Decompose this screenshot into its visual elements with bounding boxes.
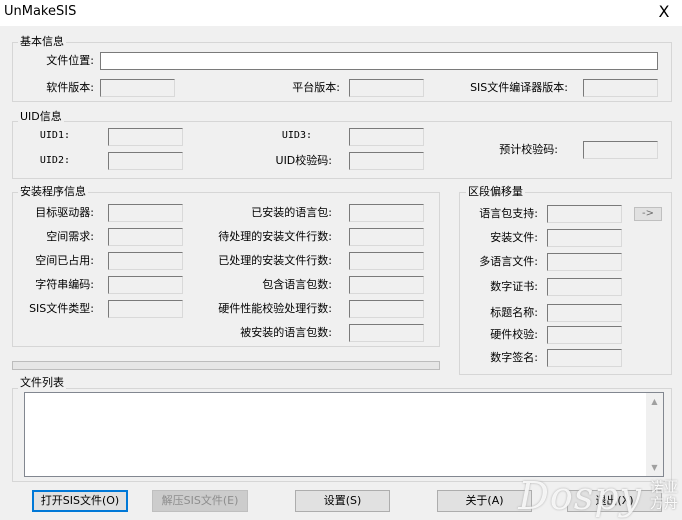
cert-label: 数字证书: [490,280,538,293]
install-file-field [547,229,622,247]
software-version-field [100,79,175,97]
compiler-version-field [583,79,658,97]
lang-support-field [547,205,622,223]
uid-check-label: UID校验码: [275,154,332,167]
platform-version-field [349,79,424,97]
uid2-field [108,152,183,170]
title-name-label: 标题名称: [490,306,538,319]
precheck-label: 预计校验码: [499,143,558,156]
processed-lines-field [349,252,424,270]
sis-file-type-label: SIS文件类型: [29,302,94,315]
space-used-label: 空间已占用: [35,254,94,267]
basic-info-title: 基本信息 [18,35,66,48]
included-lang-field [349,276,424,294]
title-bar: UnMakeSIS X [0,0,682,26]
window-title: UnMakeSIS [4,4,77,19]
platform-version-label: 平台版本: [292,81,340,94]
space-used-field [108,252,183,270]
uid3-field [349,128,424,146]
main-dialog: 基本信息 文件位置: 软件版本: 平台版本: SIS文件编译器版本: UID信息… [0,26,682,520]
file-location-field[interactable] [100,52,658,70]
sis-file-type-field [108,300,183,318]
software-version-label: 软件版本: [46,81,94,94]
signature-field [547,349,622,367]
installed-lang-label: 已安装的语言包: [251,206,332,219]
signature-label: 数字签名: [490,351,538,364]
install-file-label: 安装文件: [490,231,538,244]
included-lang-label: 包含语言包数: [262,278,332,291]
uid-info-title: UID信息 [18,110,64,123]
close-icon[interactable]: X [652,0,676,24]
open-sis-button[interactable]: 打开SIS文件(O) [32,490,128,512]
string-encoding-field [108,276,183,294]
uid1-label: UID1: [39,130,70,141]
file-list-title: 文件列表 [18,376,66,389]
scroll-up-icon[interactable]: ▲ [646,393,663,410]
installed-lang-field [349,204,424,222]
uid2-label: UID2: [39,155,70,166]
installed-lang-count-label: 被安装的语言包数: [240,326,332,339]
uid-check-field [349,152,424,170]
space-required-label: 空间需求: [46,230,94,243]
space-required-field [108,228,183,246]
title-name-field [547,304,622,322]
processed-lines-label: 已处理的安装文件行数: [218,254,332,267]
multilang-file-label: 多语言文件: [479,255,538,268]
hw-check-field [547,326,622,344]
precheck-field [583,141,658,159]
cert-field [547,278,622,296]
noah-watermark: 诺亚方舟 [650,480,678,512]
compiler-version-label: SIS文件编译器版本: [470,81,568,94]
multilang-file-field [547,253,622,271]
file-list-scrollbar[interactable]: ▲ ▼ [646,393,663,476]
file-list-box[interactable]: ▲ ▼ [24,392,664,477]
install-info-title: 安装程序信息 [18,185,88,198]
installed-lang-count-field [349,324,424,342]
lang-support-label: 语言包支持: [479,207,538,220]
pending-lines-field [349,228,424,246]
hw-check-lines-field [349,300,424,318]
offset-title: 区段偏移量 [466,185,525,198]
file-location-label: 文件位置: [46,54,94,67]
progress-bar [12,361,440,370]
pending-lines-label: 待处理的安装文件行数: [218,230,332,243]
offset-arrow-button[interactable]: -> [634,207,662,221]
extract-sis-button[interactable]: 解压SIS文件(E) [152,490,248,512]
target-drive-field [108,204,183,222]
hw-check-lines-label: 硬件性能校验处理行数: [218,302,332,315]
uid1-field [108,128,183,146]
target-drive-label: 目标驱动器: [35,206,94,219]
uid3-label: UID3: [281,130,312,141]
hw-check-label: 硬件校验: [490,328,538,341]
string-encoding-label: 字符串编码: [35,278,94,291]
scroll-down-icon[interactable]: ▼ [646,459,663,476]
dospy-watermark: Dospy [518,474,642,518]
settings-button[interactable]: 设置(S) [295,490,390,512]
